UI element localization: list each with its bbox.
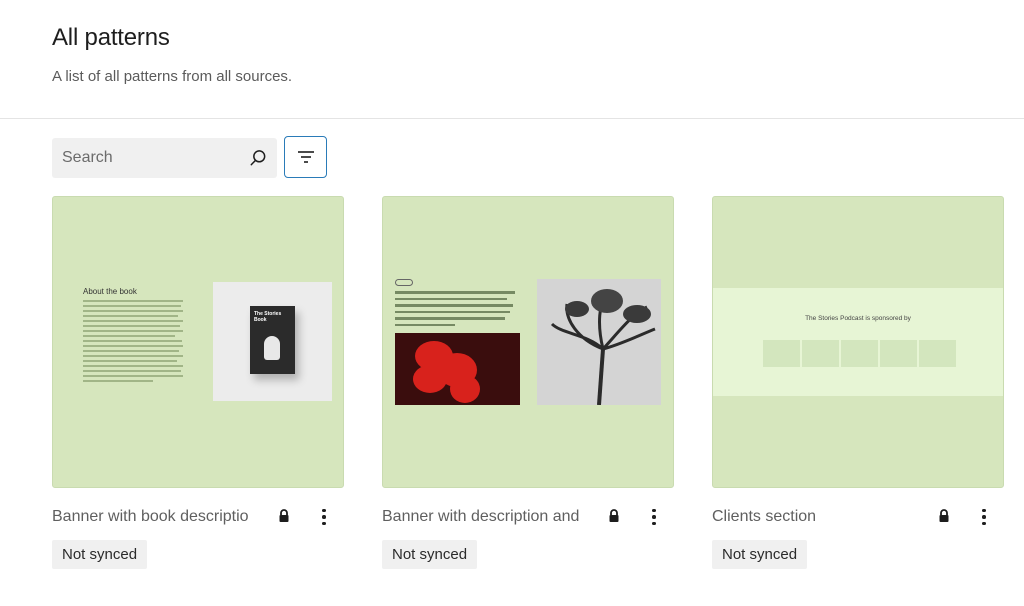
clients-band: The Stories Podcast is sponsored by (713, 288, 1003, 396)
more-actions-button[interactable] (644, 504, 664, 530)
book-cover: The Stories Book (250, 306, 295, 374)
more-actions-button[interactable] (314, 504, 334, 530)
preview-paragraph (395, 291, 520, 330)
book-title: The Stories Book (254, 311, 282, 323)
client-logos (763, 340, 956, 367)
lock-icon (609, 509, 619, 522)
thistle-drawing (550, 289, 656, 405)
pattern-title[interactable]: Clients section (712, 508, 922, 526)
pattern-card: About the book The Stories Book Banner w… (52, 196, 344, 569)
page-title: All patterns (52, 24, 170, 51)
pattern-preview[interactable]: The Stories Podcast is sponsored by (712, 196, 1004, 488)
pattern-preview[interactable] (382, 196, 674, 488)
red-flower-image (395, 333, 520, 405)
book-image: The Stories Book (213, 282, 332, 401)
pattern-title[interactable]: Banner with description and (382, 508, 592, 526)
sponsor-text: The Stories Podcast is sponsored by (805, 315, 911, 322)
pattern-preview[interactable]: About the book The Stories Book (52, 196, 344, 488)
pattern-title[interactable]: Banner with book descriptio (52, 508, 262, 526)
pattern-card: Banner with description and Not synced (382, 196, 674, 569)
page-description: A list of all patterns from all sources. (52, 68, 293, 85)
preview-heading: About the book (83, 287, 137, 296)
header-divider (0, 118, 1024, 119)
filter-icon (297, 151, 314, 163)
bust-figure (264, 336, 280, 360)
search-icon[interactable] (248, 148, 268, 168)
thistle-image (537, 279, 661, 405)
search-box (52, 138, 277, 178)
sync-status-badge: Not synced (382, 540, 478, 569)
filter-button[interactable] (284, 136, 327, 178)
lock-icon (939, 509, 949, 522)
preview-tag (395, 279, 413, 286)
pattern-card: The Stories Podcast is sponsored by Clie… (712, 196, 1004, 569)
sync-status-badge: Not synced (52, 540, 148, 569)
sync-status-badge: Not synced (712, 540, 808, 569)
preview-paragraph (83, 300, 183, 385)
search-input[interactable] (52, 138, 232, 178)
lock-icon (279, 509, 289, 522)
more-actions-button[interactable] (974, 504, 994, 530)
